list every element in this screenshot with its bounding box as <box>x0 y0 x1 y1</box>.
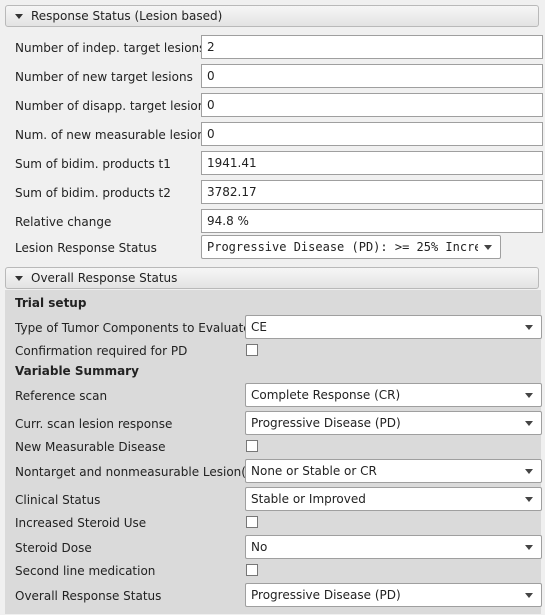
new-target-lesions-field[interactable]: 0 <box>201 64 543 88</box>
label: Number of disapp. target lesions <box>15 99 212 113</box>
selected-value: CE <box>251 320 267 334</box>
nontarget-select[interactable]: None or Stable or CR <box>245 459 542 483</box>
row-overall-status: Overall Response Status Progressive Dise… <box>10 583 542 609</box>
label: Nontarget and nonmeasurable Lesion(s) <box>15 465 257 479</box>
row-steroid-use: Increased Steroid Use <box>10 512 541 534</box>
row-new-target-lesions: Number of new target lesions 0 <box>10 64 543 90</box>
confirmation-pd-checkbox[interactable] <box>246 344 258 356</box>
selected-value: Progressive Disease (PD) <box>251 416 401 430</box>
disapp-target-lesions-field[interactable]: 0 <box>201 93 543 117</box>
row-curr-scan: Curr. scan lesion response Progressive D… <box>10 411 542 437</box>
label: Number of indep. target lesions <box>15 41 206 55</box>
label: Type of Tumor Components to Evaluate <box>15 321 251 335</box>
selected-value: Stable or Improved <box>251 492 366 506</box>
selected-value: None or Stable or CR <box>251 464 377 478</box>
chevron-down-icon <box>525 392 533 398</box>
row-tumor-components: Type of Tumor Components to Evaluate CE <box>10 315 542 341</box>
section-header-overall-response[interactable]: Overall Response Status <box>5 267 539 289</box>
row-sum-bidim-t2: Sum of bidim. products t2 3782.17 <box>10 180 543 206</box>
second-line-checkbox[interactable] <box>246 564 258 576</box>
steroid-dose-select[interactable]: No <box>245 535 542 559</box>
section-header-lesion-based[interactable]: Response Status (Lesion based) <box>5 5 539 27</box>
new-measurable-checkbox[interactable] <box>246 440 258 452</box>
lesion-response-status-select[interactable]: Progressive Disease (PD): >= 25% Incre <box>201 235 501 259</box>
new-measurable-lesions-field[interactable]: 0 <box>201 122 543 146</box>
label: Clinical Status <box>15 493 101 507</box>
label: Relative change <box>15 215 112 229</box>
chevron-down-icon <box>525 592 533 598</box>
variable-summary-heading-row: Variable Summary <box>10 360 541 382</box>
row-lesion-response-status: Lesion Response Status Progressive Disea… <box>10 235 539 261</box>
chevron-down-icon <box>525 420 533 426</box>
row-nontarget: Nontarget and nonmeasurable Lesion(s) No… <box>10 459 542 485</box>
tumor-components-select[interactable]: CE <box>245 315 542 339</box>
trial-setup-heading: Trial setup <box>15 296 87 310</box>
selected-value: No <box>251 540 268 554</box>
label: Reference scan <box>15 389 108 403</box>
row-steroid-dose: Steroid Dose No <box>10 535 542 561</box>
indep-target-lesions-field[interactable]: 2 <box>201 35 543 59</box>
relative-change-field[interactable]: 94.8 % <box>201 209 543 233</box>
steroid-use-checkbox[interactable] <box>246 516 258 528</box>
label: Sum of bidim. products t1 <box>15 157 171 171</box>
reference-scan-select[interactable]: Complete Response (CR) <box>245 383 542 407</box>
label: Curr. scan lesion response <box>15 417 173 431</box>
row-indep-target-lesions: Number of indep. target lesions 2 <box>10 35 543 61</box>
chevron-down-icon <box>525 468 533 474</box>
label: Sum of bidim. products t2 <box>15 186 171 200</box>
label: Number of new target lesions <box>15 70 193 84</box>
label: Increased Steroid Use <box>15 516 147 530</box>
row-confirmation-pd: Confirmation required for PD <box>10 340 541 362</box>
row-new-measurable: New Measurable Disease <box>10 436 541 458</box>
label: Steroid Dose <box>15 541 92 555</box>
curr-scan-select[interactable]: Progressive Disease (PD) <box>245 411 542 435</box>
label: Lesion Response Status <box>15 241 157 255</box>
row-reference-scan: Reference scan Complete Response (CR) <box>10 383 542 409</box>
sum-bidim-t1-field[interactable]: 1941.41 <box>201 151 543 175</box>
label: New Measurable Disease <box>15 440 166 454</box>
overall-status-select[interactable]: Progressive Disease (PD) <box>245 583 542 607</box>
chevron-down-icon <box>525 496 533 502</box>
chevron-down-icon <box>525 324 533 330</box>
variable-summary-heading: Variable Summary <box>15 364 139 378</box>
section-title: Overall Response Status <box>31 271 178 285</box>
row-new-measurable-lesions: Num. of new measurable lesions 0 <box>10 122 543 148</box>
selected-value: Progressive Disease (PD) <box>251 588 401 602</box>
label: Overall Response Status <box>15 589 162 603</box>
selected-value: Complete Response (CR) <box>251 388 401 402</box>
chevron-down-icon <box>484 244 492 250</box>
overall-response-panel: Trial setup Type of Tumor Components to … <box>5 290 542 614</box>
selected-value: Progressive Disease (PD): >= 25% Incre <box>207 240 478 254</box>
lesion-based-panel: Number of indep. target lesions 2 Number… <box>5 32 543 264</box>
label: Num. of new measurable lesions <box>15 128 212 142</box>
row-clinical-status: Clinical Status Stable or Improved <box>10 487 542 513</box>
collapse-arrow-icon <box>15 275 23 281</box>
row-disapp-target-lesions: Number of disapp. target lesions 0 <box>10 93 543 119</box>
collapse-arrow-icon <box>15 13 23 19</box>
chevron-down-icon <box>525 544 533 550</box>
row-sum-bidim-t1: Sum of bidim. products t1 1941.41 <box>10 151 543 177</box>
section-title: Response Status (Lesion based) <box>31 9 223 23</box>
label: Confirmation required for PD <box>15 344 188 358</box>
label: Second line medication <box>15 564 156 578</box>
clinical-status-select[interactable]: Stable or Improved <box>245 487 542 511</box>
row-relative-change: Relative change 94.8 % <box>10 209 543 235</box>
row-second-line: Second line medication <box>10 560 541 582</box>
sum-bidim-t2-field[interactable]: 3782.17 <box>201 180 543 204</box>
trial-setup-heading-row: Trial setup <box>10 291 541 315</box>
